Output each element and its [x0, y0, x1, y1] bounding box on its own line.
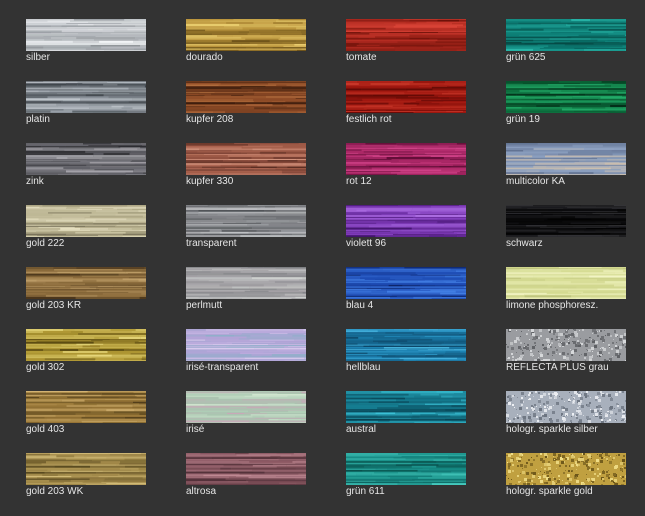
swatch-image — [186, 143, 306, 175]
swatch-label: REFLECTA PLUS grau — [506, 362, 609, 373]
swatch-item[interactable]: zink — [26, 143, 146, 205]
swatch-label: limone phosphoresz. — [506, 300, 599, 311]
swatch-label: multicolor KA — [506, 176, 565, 187]
swatch-item[interactable]: violett 96 — [346, 205, 466, 267]
swatch-image — [26, 143, 146, 175]
swatch-label: gold 203 KR — [26, 300, 82, 311]
swatch-item[interactable]: perlmutt — [186, 267, 306, 329]
swatch-item[interactable]: gold 302 — [26, 329, 146, 391]
swatch-image — [346, 391, 466, 423]
swatch-label: gold 222 — [26, 238, 65, 249]
swatch-image — [506, 205, 626, 237]
swatch-item[interactable]: austral — [346, 391, 466, 453]
swatch-item[interactable]: hologr. sparkle gold — [506, 453, 626, 515]
swatch-label: gold 302 — [26, 362, 65, 373]
swatch-item[interactable]: kupfer 208 — [186, 81, 306, 143]
swatch-label: irisé-transparent — [186, 362, 259, 373]
swatch-label: dourado — [186, 52, 223, 63]
swatch-item[interactable]: schwarz — [506, 205, 626, 267]
swatch-item[interactable]: blau 4 — [346, 267, 466, 329]
swatch-item[interactable]: limone phosphoresz. — [506, 267, 626, 329]
swatch-label: kupfer 330 — [186, 176, 234, 187]
swatch-image — [506, 391, 626, 423]
swatch-grid: silber dourado tomate grün 625 platin kupfer … — [26, 19, 626, 515]
swatch-item[interactable]: rot 12 — [346, 143, 466, 205]
swatch-image — [346, 19, 466, 51]
swatch-label: hellblau — [346, 362, 381, 373]
swatch-item[interactable]: multicolor KA — [506, 143, 626, 205]
swatch-image — [26, 391, 146, 423]
swatch-item[interactable]: grün 19 — [506, 81, 626, 143]
swatch-image — [506, 143, 626, 175]
swatch-label: grün 625 — [506, 52, 546, 63]
swatch-image — [186, 329, 306, 361]
swatch-label: violett 96 — [346, 238, 387, 249]
color-chart-page: { "swatches": [ {"label": "silber", "col… — [0, 0, 645, 516]
swatch-item[interactable]: gold 222 — [26, 205, 146, 267]
swatch-image — [346, 205, 466, 237]
swatch-label: altrosa — [186, 486, 217, 497]
swatch-item[interactable]: platin — [26, 81, 146, 143]
swatch-image — [346, 143, 466, 175]
swatch-label: gold 403 — [26, 424, 65, 435]
swatch-item[interactable]: silber — [26, 19, 146, 81]
swatch-image — [346, 267, 466, 299]
swatch-label: zink — [26, 176, 44, 187]
swatch-label: silber — [26, 52, 50, 63]
swatch-image — [186, 19, 306, 51]
swatch-image — [26, 19, 146, 51]
swatch-item[interactable]: irisé-transparent — [186, 329, 306, 391]
swatch-image — [506, 19, 626, 51]
swatch-item[interactable]: kupfer 330 — [186, 143, 306, 205]
swatch-label: grün 19 — [506, 114, 540, 125]
swatch-label: festlich rot — [346, 114, 392, 125]
swatch-item[interactable]: REFLECTA PLUS grau — [506, 329, 626, 391]
swatch-label: perlmutt — [186, 300, 223, 311]
swatch-item[interactable]: dourado — [186, 19, 306, 81]
swatch-image — [186, 267, 306, 299]
swatch-item[interactable]: gold 203 WK — [26, 453, 146, 515]
swatch-label: rot 12 — [346, 176, 372, 187]
swatch-label: transparent — [186, 238, 237, 249]
swatch-label: platin — [26, 114, 50, 125]
swatch-image — [346, 81, 466, 113]
swatch-image — [186, 453, 306, 485]
swatch-label: tomate — [346, 52, 377, 63]
swatch-label: grün 611 — [346, 486, 385, 497]
swatch-item[interactable]: altrosa — [186, 453, 306, 515]
swatch-image — [26, 205, 146, 237]
swatch-label: hologr. sparkle silber — [506, 424, 598, 435]
swatch-label: austral — [346, 424, 377, 435]
swatch-image — [186, 81, 306, 113]
swatch-label: kupfer 208 — [186, 114, 234, 125]
swatch-image — [506, 453, 626, 485]
swatch-image — [346, 329, 466, 361]
swatch-item[interactable]: transparent — [186, 205, 306, 267]
swatch-item[interactable]: festlich rot — [346, 81, 466, 143]
swatch-image — [26, 329, 146, 361]
swatch-label: irisé — [186, 424, 205, 435]
swatch-label: hologr. sparkle gold — [506, 486, 593, 497]
swatch-image — [506, 329, 626, 361]
swatch-label: blau 4 — [346, 300, 374, 311]
swatch-item[interactable]: irisé — [186, 391, 306, 453]
swatch-label: gold 203 WK — [26, 486, 84, 497]
swatch-image — [26, 267, 146, 299]
swatch-image — [186, 205, 306, 237]
swatch-image — [26, 81, 146, 113]
swatch-item[interactable]: tomate — [346, 19, 466, 81]
swatch-image — [186, 391, 306, 423]
swatch-item[interactable]: gold 403 — [26, 391, 146, 453]
swatch-image — [26, 453, 146, 485]
swatch-item[interactable]: hologr. sparkle silber — [506, 391, 626, 453]
swatch-image — [506, 81, 626, 113]
swatch-item[interactable]: grün 611 — [346, 453, 466, 515]
swatch-label: schwarz — [506, 238, 543, 249]
swatch-image — [506, 267, 626, 299]
swatch-image — [346, 453, 466, 485]
swatch-item[interactable]: grün 625 — [506, 19, 626, 81]
swatch-item[interactable]: gold 203 KR — [26, 267, 146, 329]
swatch-item[interactable]: hellblau — [346, 329, 466, 391]
